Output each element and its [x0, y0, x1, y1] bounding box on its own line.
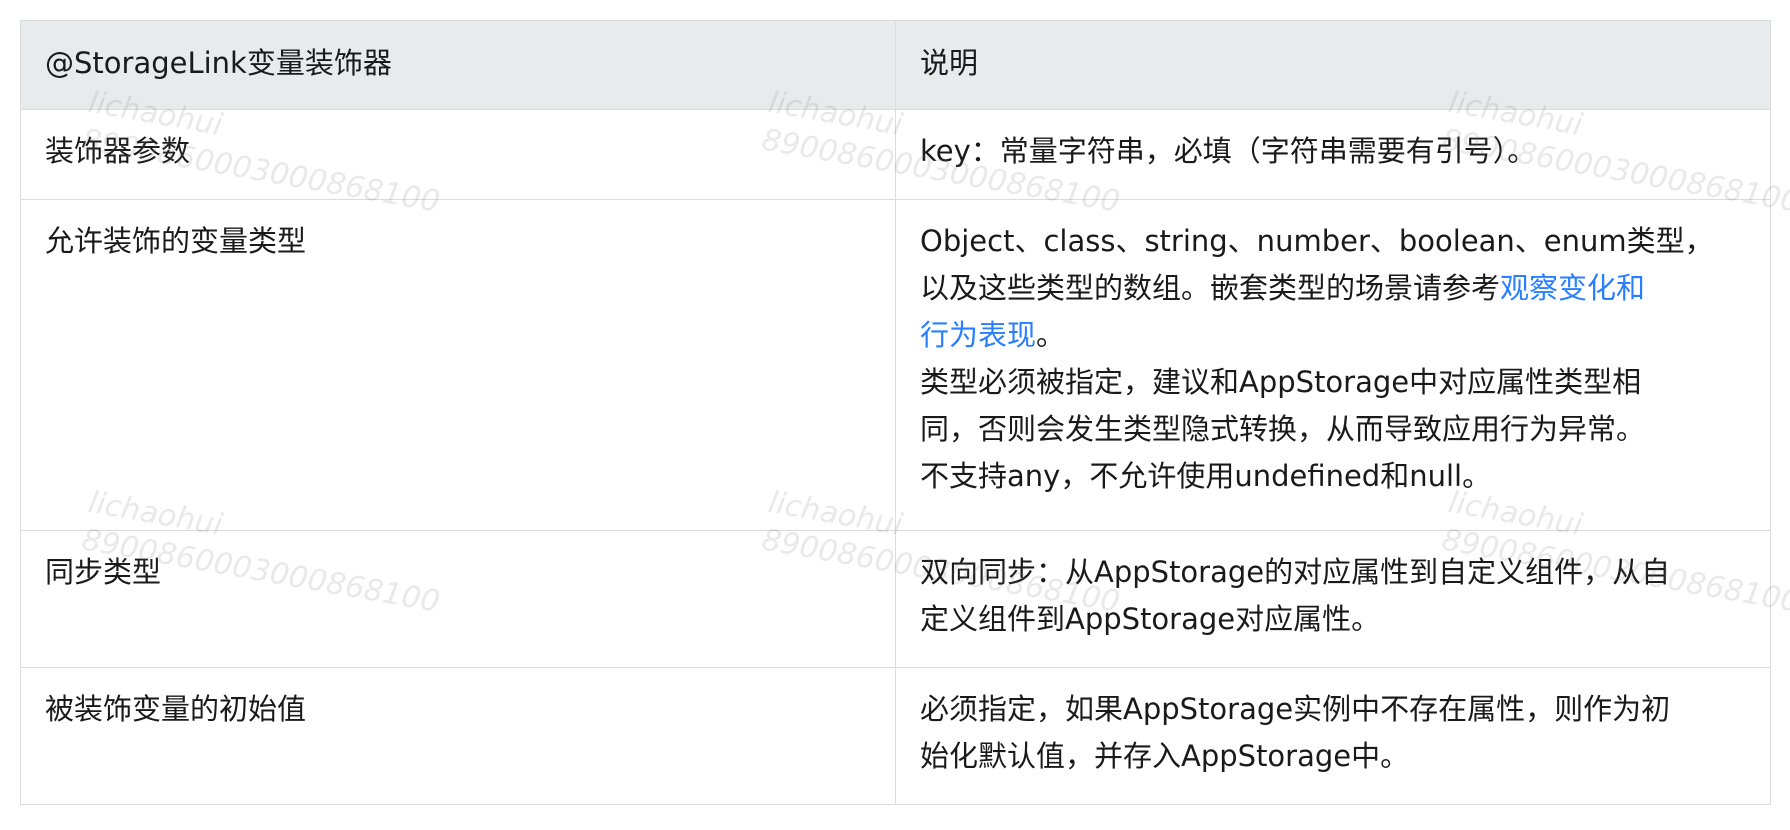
storagelink-table-container: @StorageLink变量装饰器 说明 装饰器参数 key：常量字符串，必填（…: [20, 20, 1771, 805]
row-label-sync-type: 同步类型: [20, 530, 896, 668]
header-decorator: @StorageLink变量装饰器: [20, 20, 896, 110]
row-label-decorator-params: 装饰器参数: [20, 109, 896, 200]
desc-text-line: 不支持any，不允许使用undefined和null。: [920, 459, 1492, 493]
table-row: 被装饰变量的初始值 必须指定，如果AppStorage实例中不存在属性，则作为初…: [20, 667, 1771, 805]
row-label-allowed-types: 允许装饰的变量类型: [20, 199, 896, 531]
row-desc-allowed-types: Object、class、string、number、boolean、enum类…: [895, 199, 1771, 531]
desc-text-line: 同，否则会发生类型隐式转换，从而导致应用行为异常。: [920, 412, 1646, 446]
table-row: 同步类型 双向同步：从AppStorage的对应属性到自定义组件，从自 定义组件…: [20, 530, 1771, 668]
row-desc-initial-value: 必须指定，如果AppStorage实例中不存在属性，则作为初 始化默认值，并存入…: [895, 667, 1771, 805]
row-label-initial-value: 被装饰变量的初始值: [20, 667, 896, 805]
observe-change-link-cont[interactable]: 行为表现: [920, 318, 1036, 352]
desc-text-line: 定义组件到AppStorage对应属性。: [920, 602, 1381, 636]
table-row: 允许装饰的变量类型 Object、class、string、number、boo…: [20, 199, 1771, 531]
desc-text-line: 必须指定，如果AppStorage实例中不存在属性，则作为初: [920, 692, 1671, 726]
table-row: 装饰器参数 key：常量字符串，必填（字符串需要有引号）。: [20, 109, 1771, 200]
desc-text-line: Object、class、string、number、boolean、enum类…: [920, 224, 1714, 258]
table-header-row: @StorageLink变量装饰器 说明: [20, 20, 1771, 110]
storagelink-decorator-table: @StorageLink变量装饰器 说明 装饰器参数 key：常量字符串，必填（…: [20, 20, 1771, 805]
desc-text-line: 行为表现。: [920, 312, 1746, 359]
desc-text-line: 类型必须被指定，建议和AppStorage中对应属性类型相: [920, 365, 1642, 399]
observe-change-link[interactable]: 观察变化和: [1500, 271, 1645, 305]
desc-text-line: 以及这些类型的数组。嵌套类型的场景请参考观察变化和: [920, 265, 1746, 312]
header-description: 说明: [895, 20, 1771, 110]
row-desc-decorator-params: key：常量字符串，必填（字符串需要有引号）。: [895, 109, 1771, 200]
desc-text-line: 双向同步：从AppStorage的对应属性到自定义组件，从自: [920, 555, 1671, 589]
desc-text-line: 始化默认值，并存入AppStorage中。: [920, 739, 1410, 773]
desc-text: 以及这些类型的数组。嵌套类型的场景请参考: [920, 271, 1501, 305]
desc-text: 。: [1036, 318, 1066, 352]
row-desc-sync-type: 双向同步：从AppStorage的对应属性到自定义组件，从自 定义组件到AppS…: [895, 530, 1771, 668]
